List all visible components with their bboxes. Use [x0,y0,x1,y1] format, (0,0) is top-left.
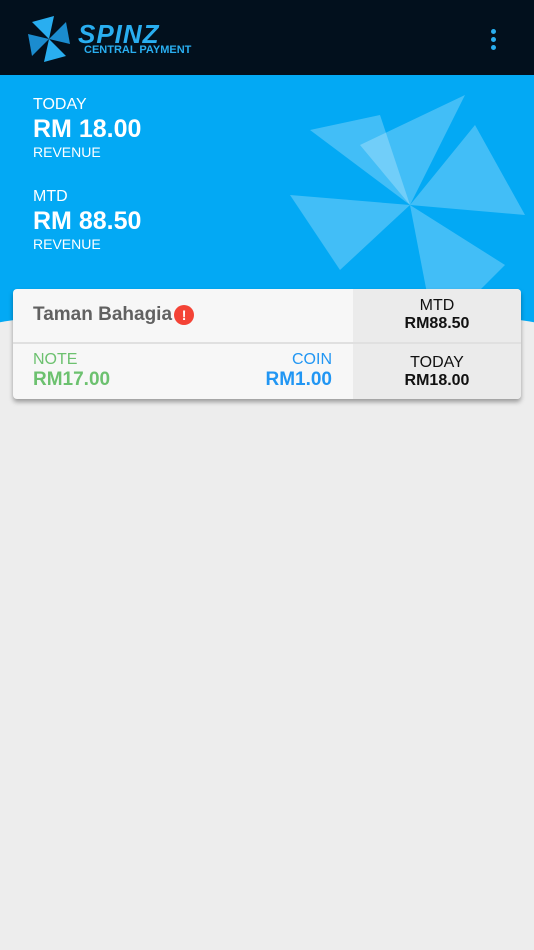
alert-icon[interactable]: ! [174,305,195,325]
station-mtd-cell: MTD RM88.50 [353,289,521,342]
coin-value: RM1.00 [265,369,332,390]
coin-label: COIN [292,351,332,368]
note-revenue: NOTE RM17.00 [33,351,110,391]
pinwheel-logo-icon [28,16,70,62]
today-label: TODAY [33,96,87,113]
mtd-revenue-caption: REVENUE [33,236,101,252]
station-mtd-label: MTD [419,297,455,314]
mtd-label: MTD [33,188,68,205]
note-label: NOTE [33,351,78,368]
overflow-menu-button[interactable] [478,22,508,56]
station-name: Taman Bahagia ! [33,304,195,326]
mtd-revenue-value: RM 88.50 [33,207,142,235]
app-bar: SPINZ CENTRAL PAYMENT [0,0,534,75]
coin-revenue: COIN RM1.00 [233,351,332,391]
station-name-label: Taman Bahagia [33,304,173,325]
spinz-logo: SPINZ CENTRAL PAYMENT [26,14,191,64]
station-mtd-value: RM88.50 [404,315,470,332]
station-today-label: TODAY [410,354,464,371]
today-revenue-summary: TODAY RM 18.00 REVENUE [33,96,141,160]
mtd-revenue-summary: MTD RM 88.50 REVENUE [33,188,141,252]
station-today-cell: TODAY RM18.00 [353,344,521,399]
today-revenue-caption: REVENUE [33,144,101,160]
brand-tagline: CENTRAL PAYMENT [84,44,192,56]
more-vert-icon [490,28,496,34]
note-value: RM17.00 [33,369,111,390]
station-today-value: RM18.00 [404,372,470,389]
station-card[interactable]: Taman Bahagia ! NOTE RM17.00 COIN RM1.00… [13,289,521,399]
today-revenue-value: RM 18.00 [33,115,142,143]
